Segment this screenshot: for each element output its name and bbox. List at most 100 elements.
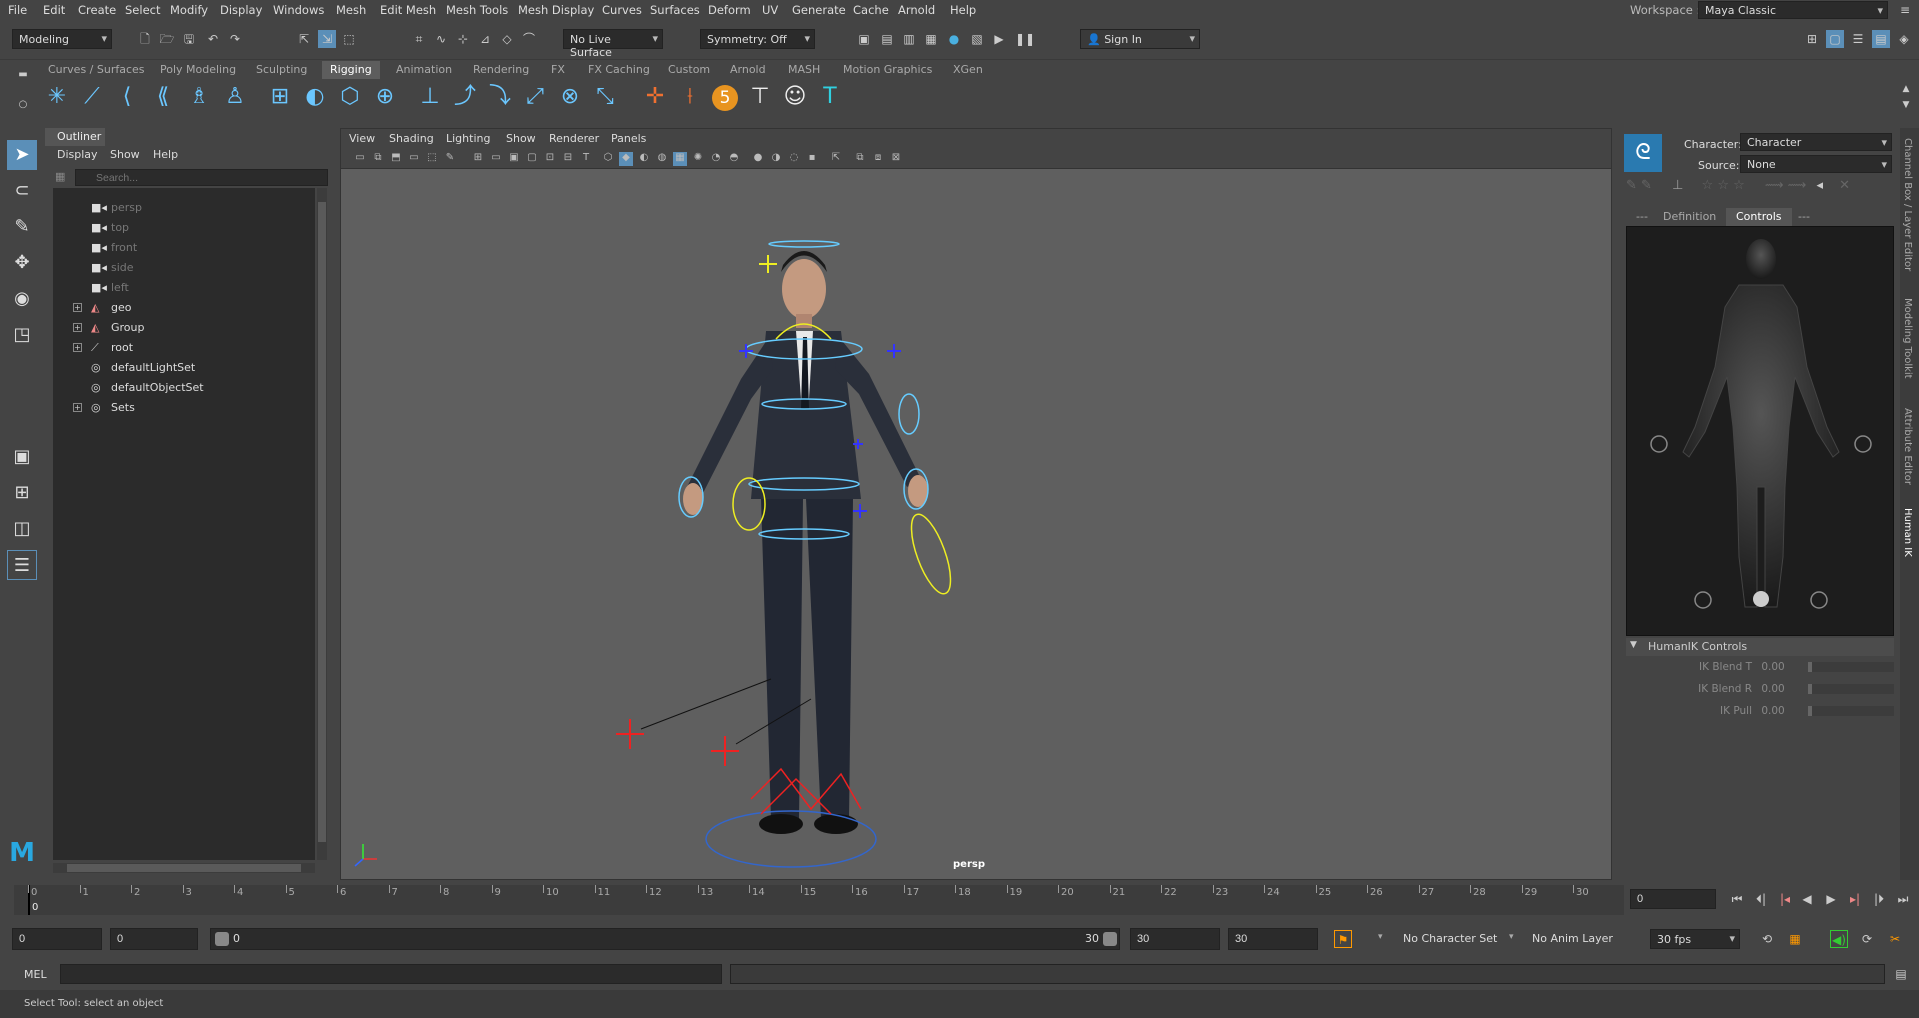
menu-windows[interactable]: Windows xyxy=(273,3,324,17)
human-ik-icon[interactable]: ♙ xyxy=(220,82,250,112)
hik-controls-section-header[interactable]: ▼ HumanIK Controls xyxy=(1626,638,1894,656)
paint-weights-icon[interactable]: ◐ xyxy=(300,82,330,112)
outliner-item[interactable]: ■◂ front xyxy=(53,238,315,258)
menu-create[interactable]: Create xyxy=(78,3,116,17)
outliner-item[interactable]: + ◭ Group xyxy=(53,318,315,338)
tool-settings-toggle-icon[interactable]: ◈ xyxy=(1895,30,1913,48)
point-constraint-icon[interactable]: ✛ xyxy=(640,82,670,112)
expand-icon[interactable]: + xyxy=(73,403,82,412)
image-plane-icon[interactable]: ▭ xyxy=(407,152,421,166)
wireframe-on-shaded-icon[interactable]: ◍ xyxy=(655,152,669,166)
expand-icon[interactable]: + xyxy=(73,343,82,352)
snap-point-icon[interactable]: ⊹ xyxy=(454,30,472,48)
loop-icon[interactable]: ⟲ xyxy=(1758,930,1776,948)
lattice-icon[interactable]: ⬡ xyxy=(335,82,365,112)
menu-uv[interactable]: UV xyxy=(762,3,778,17)
select-camera-icon[interactable]: ▭ xyxy=(353,152,367,166)
viewport-menu-view[interactable]: View xyxy=(349,132,375,145)
cluster-icon[interactable]: ⊕ xyxy=(370,82,400,112)
resolution-gate-icon[interactable]: ▣ xyxy=(507,152,521,166)
hik-left-hand-effector[interactable] xyxy=(1650,435,1668,453)
hik-edit-icon[interactable]: ✎ ✎ xyxy=(1626,178,1652,193)
viewport-menu-panels[interactable]: Panels xyxy=(611,132,646,145)
scale-tool-icon[interactable]: ◳ xyxy=(7,320,37,350)
single-view-icon[interactable]: ▣ xyxy=(7,442,37,472)
shelf-tab-rigging[interactable]: Rigging xyxy=(322,61,380,79)
open-scene-icon[interactable]: 🗁 xyxy=(158,30,176,48)
safe-action-icon[interactable]: ⊟ xyxy=(561,152,575,166)
menu-edit[interactable]: Edit xyxy=(43,3,65,17)
single-pane-icon[interactable]: ▢ xyxy=(1826,30,1844,48)
exposure-icon[interactable]: ⊠ xyxy=(889,152,903,166)
shelf-tab-arnold[interactable]: Arnold xyxy=(722,61,774,79)
play-backwards-icon[interactable]: ◀ xyxy=(1798,890,1816,908)
live-surface-field[interactable]: No Live Surface xyxy=(563,29,663,59)
mel-label[interactable]: MEL xyxy=(24,968,47,981)
create-joints-icon[interactable]: ✳ xyxy=(42,82,72,112)
step-back-frame-icon[interactable]: |◂ xyxy=(1776,890,1794,908)
motion-blur-icon[interactable]: ● xyxy=(751,152,765,166)
safe-title-icon[interactable]: T xyxy=(579,152,593,166)
bookmark-icon[interactable]: ⬒ xyxy=(389,152,403,166)
hik-body-part-icon[interactable]: ☆ ☆ ☆ xyxy=(1702,178,1745,193)
gate-mask-icon[interactable]: ▢ xyxy=(525,152,539,166)
script-editor-icon[interactable]: ▤ xyxy=(1892,965,1910,983)
paint-select-icon[interactable]: ✎ xyxy=(7,212,37,242)
range-slider-bar[interactable]: 0 30 xyxy=(210,928,1120,950)
ik-pull-value[interactable]: 0.00 xyxy=(1761,705,1784,717)
shadows-icon[interactable]: ◔ xyxy=(709,152,723,166)
time-slider-bar[interactable]: 0 0 1 2 3 4 5 6 7 8 9 10 11 12 13 14 15 16 17 18 19 20 21 22 23… xyxy=(14,885,1624,915)
menu-generate[interactable]: Generate xyxy=(792,3,846,17)
shelf-settings-icon[interactable]: ○ xyxy=(14,96,32,114)
step-forward-key-icon[interactable]: |⏵ xyxy=(1870,890,1888,908)
viewport-menu-lighting[interactable]: Lighting xyxy=(446,132,490,145)
isolate-select-icon[interactable]: ⇱ xyxy=(829,152,843,166)
outliner-item[interactable]: ■◂ left xyxy=(53,278,315,298)
menu-select[interactable]: Select xyxy=(125,3,160,17)
viewport-scene[interactable] xyxy=(341,169,1611,879)
render-settings-icon[interactable]: ▦ xyxy=(922,30,940,48)
outliner-item[interactable]: ◎ defaultLightSet xyxy=(53,358,315,378)
four-view-icon[interactable]: ⊞ xyxy=(7,478,37,508)
shelf-tab-sculpting[interactable]: Sculpting xyxy=(248,61,315,79)
menu-set-dropdown[interactable]: Modeling xyxy=(12,29,112,49)
menu-cache[interactable]: Cache xyxy=(853,3,889,17)
outliner-menu-display[interactable]: Display xyxy=(57,148,98,161)
xray-joints-icon[interactable]: ⧉ xyxy=(853,152,867,166)
symmetry-dropdown[interactable]: Symmetry: Off xyxy=(700,29,815,49)
outliner-item[interactable]: ■◂ side xyxy=(53,258,315,278)
parent-constraint-icon[interactable]: ⊗ xyxy=(555,82,585,112)
character-set-arrow-icon[interactable]: ▾ xyxy=(1378,932,1383,942)
hik-left-foot-effector[interactable] xyxy=(1694,591,1712,609)
outliner-item[interactable]: + ◭ geo xyxy=(53,298,315,318)
use-lights-icon[interactable]: ✺ xyxy=(691,152,705,166)
grease-pencil-icon[interactable]: ✎ xyxy=(443,152,457,166)
snap-grid-icon[interactable]: ⌗ xyxy=(410,30,428,48)
textured-icon[interactable]: ▦ xyxy=(673,152,687,166)
anti-alias-icon[interactable]: ◑ xyxy=(769,152,783,166)
hik-right-foot-effector[interactable] xyxy=(1810,591,1828,609)
outliner-vertical-scrollbar[interactable] xyxy=(317,188,327,860)
expand-icon[interactable]: + xyxy=(73,323,82,332)
face-rig-icon[interactable]: ☺ xyxy=(780,82,810,112)
outliner-menu-help[interactable]: Help xyxy=(153,148,178,161)
character-set-label[interactable]: No Character Set xyxy=(1403,932,1497,945)
move-tool-icon[interactable]: ✥ xyxy=(7,248,37,278)
depth-of-field-icon[interactable]: ◌ xyxy=(787,152,801,166)
film-gate-icon[interactable]: ▭ xyxy=(489,152,503,166)
step-back-key-icon[interactable]: ⏴| xyxy=(1752,890,1770,908)
shelf-tab-fx-caching[interactable]: FX Caching xyxy=(580,61,658,79)
scene-end-field[interactable] xyxy=(1228,928,1318,950)
outliner-item[interactable]: + ◎ Sets xyxy=(53,398,315,418)
aim-constraint-icon[interactable]: ⤴ xyxy=(450,82,480,112)
shelf-tab-custom[interactable]: Custom xyxy=(660,61,718,79)
hik-full-body-icon[interactable]: ⊥ xyxy=(1672,178,1683,193)
current-frame-field[interactable] xyxy=(1630,889,1716,909)
shelf-tab-mash[interactable]: MASH xyxy=(780,61,828,79)
select-tool-icon[interactable]: ➤ xyxy=(7,140,37,170)
ik-pull-slider[interactable] xyxy=(1808,706,1894,716)
shelf-menu-icon[interactable]: ▬ xyxy=(14,66,32,84)
outliner-menu-show[interactable]: Show xyxy=(110,148,140,161)
select-objects-icon[interactable]: ⇲ xyxy=(318,30,336,48)
skeleton-icon[interactable]: T xyxy=(815,82,845,112)
